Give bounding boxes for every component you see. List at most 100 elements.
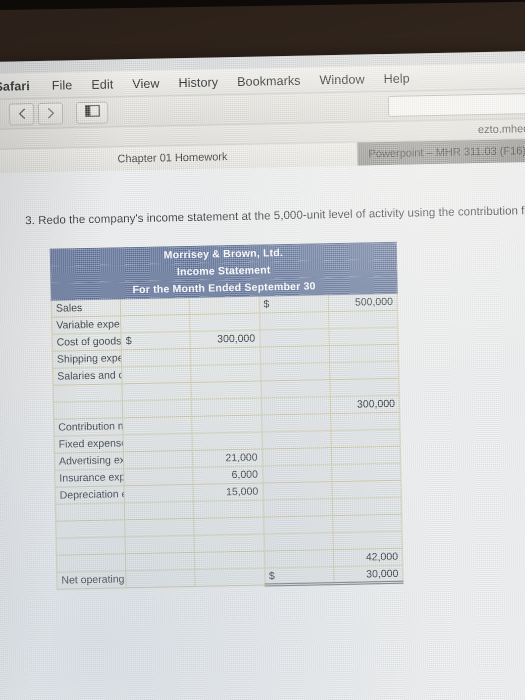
row-amount-col2 — [328, 310, 398, 329]
row-currency-symbol-col2 — [261, 447, 332, 467]
forward-button[interactable] — [37, 101, 64, 125]
tab-label: Chapter 01 Homework — [117, 150, 228, 165]
row-label — [53, 383, 123, 403]
row-currency-symbol-col1 — [124, 501, 195, 520]
menu-file[interactable]: File — [52, 78, 73, 92]
row-label — [53, 400, 123, 420]
row-currency-symbol-col1 — [124, 518, 195, 537]
row-amount-col2: 30,000 — [333, 565, 404, 584]
row-amount-col1 — [193, 500, 264, 519]
row-currency-symbol-col2: $ — [264, 566, 334, 586]
income-statement-table: Morrisey & Brown, Ltd. Income Statement … — [49, 241, 404, 591]
row-amount-col1: 300,000 — [190, 330, 260, 349]
row-currency-symbol-col2 — [260, 379, 331, 399]
row-currency-symbol-col1 — [121, 365, 192, 384]
row-currency-symbol-col1 — [120, 314, 191, 333]
row-amount-col1 — [194, 551, 265, 570]
menu-bookmarks[interactable]: Bookmarks — [237, 73, 301, 88]
row-amount-col1 — [192, 432, 262, 451]
menu-help[interactable]: Help — [383, 71, 409, 86]
menu-safari[interactable]: Safari — [0, 79, 30, 94]
row-currency-symbol-col1 — [125, 535, 195, 554]
row-label: Insurance expense — [54, 468, 125, 488]
row-label: Advertising expense — [54, 451, 124, 471]
row-currency-symbol-col1 — [120, 297, 190, 316]
statement-rows: Sales $500,000 Variable expenses: Cost of g… — [51, 293, 404, 590]
row-label: Depreciation expense — [55, 485, 125, 505]
row-label — [55, 502, 125, 522]
row-currency-symbol-col2: $ — [258, 294, 329, 314]
sidebar-toggle-button[interactable] — [75, 101, 109, 124]
row-currency-symbol-col1 — [123, 450, 194, 469]
row-currency-symbol-col2 — [261, 430, 332, 450]
row-currency-symbol-col1 — [123, 433, 193, 452]
row-currency-symbol-col1 — [121, 348, 192, 367]
row-currency-symbol-col1: $ — [121, 331, 191, 350]
menu-edit[interactable]: Edit — [91, 77, 113, 91]
row-amount-col1: 15,000 — [193, 483, 263, 502]
row-amount-col1 — [189, 296, 260, 315]
row-label: Sales — [51, 298, 121, 318]
row-label: Cost of goods sold — [51, 332, 122, 352]
row-label — [56, 536, 126, 556]
question-text: 3. Redo the company's income statement a… — [25, 204, 525, 228]
row-currency-symbol-col2 — [263, 532, 334, 552]
tab-powerpoint-mhr-311[interactable]: Powerpoint – MHR 311.03 (F16) P — [357, 138, 525, 166]
row-amount-col1 — [194, 517, 264, 536]
row-amount-col2: 500,000 — [327, 293, 398, 312]
row-currency-symbol-col2 — [260, 396, 331, 416]
row-amount-col1 — [195, 568, 265, 587]
row-label: Salaries and commissions expense — [52, 366, 123, 386]
row-currency-symbol-col2 — [262, 464, 332, 484]
row-amount-col2 — [330, 429, 401, 448]
row-amount-col2: 300,000 — [330, 395, 400, 414]
row-label: Shipping expense — [52, 349, 122, 369]
photo-of-screen: Safari File Edit View History Bookmarks … — [0, 0, 525, 700]
row-currency-symbol-col1 — [125, 552, 196, 571]
row-label: Variable expenses: — [51, 315, 122, 335]
row-amount-col2 — [332, 531, 403, 550]
row-currency-symbol-col2 — [259, 311, 329, 331]
row-currency-symbol-col1 — [122, 399, 193, 418]
chevron-left-icon — [17, 108, 25, 119]
row-currency-symbol-col2 — [263, 515, 333, 535]
row-amount-col2 — [329, 344, 399, 363]
row-amount-col1: 21,000 — [192, 449, 263, 468]
row-label: Net operating income — [56, 570, 127, 590]
screen-area: Safari File Edit View History Bookmarks … — [0, 50, 525, 700]
row-currency-symbol-col2 — [262, 498, 333, 518]
row-currency-symbol-col2 — [260, 362, 330, 382]
tab-label: Powerpoint – MHR 311.03 (F16) P — [368, 144, 525, 160]
monitor-bezel — [0, 0, 525, 10]
row-amount-col1 — [190, 347, 261, 366]
row-currency-symbol-col2 — [261, 413, 331, 433]
row-amount-col2: 42,000 — [333, 548, 403, 567]
row-amount-col2 — [328, 327, 399, 346]
url-text: ezto.mhedu — [477, 122, 525, 136]
row-amount-col1 — [191, 381, 261, 400]
row-amount-col2 — [332, 514, 403, 533]
row-label — [56, 553, 126, 573]
row-amount-col2 — [329, 378, 400, 397]
row-currency-symbol-col1 — [125, 569, 196, 588]
row-amount-col1 — [194, 534, 264, 553]
menu-history[interactable]: History — [178, 75, 218, 90]
back-button[interactable] — [8, 102, 35, 126]
row-amount-col2 — [329, 361, 399, 380]
row-currency-symbol-col2 — [262, 481, 333, 501]
chevron-right-icon — [46, 108, 54, 119]
row-currency-symbol-col2 — [263, 549, 334, 569]
sidebar-toggle-icon — [84, 103, 100, 121]
row-label: Contribution margin — [53, 417, 124, 437]
row-amount-col1 — [189, 313, 260, 332]
row-amount-col1 — [192, 415, 262, 434]
row-amount-col1 — [191, 364, 261, 383]
row-currency-symbol-col2 — [259, 345, 330, 365]
row-currency-symbol-col2 — [259, 328, 330, 348]
row-amount-col2 — [331, 446, 401, 465]
menu-window[interactable]: Window — [319, 72, 364, 87]
row-amount-col1: 6,000 — [193, 466, 263, 485]
address-bar-field[interactable] — [387, 92, 525, 117]
row-amount-col2 — [331, 463, 401, 482]
menu-view[interactable]: View — [132, 76, 160, 91]
